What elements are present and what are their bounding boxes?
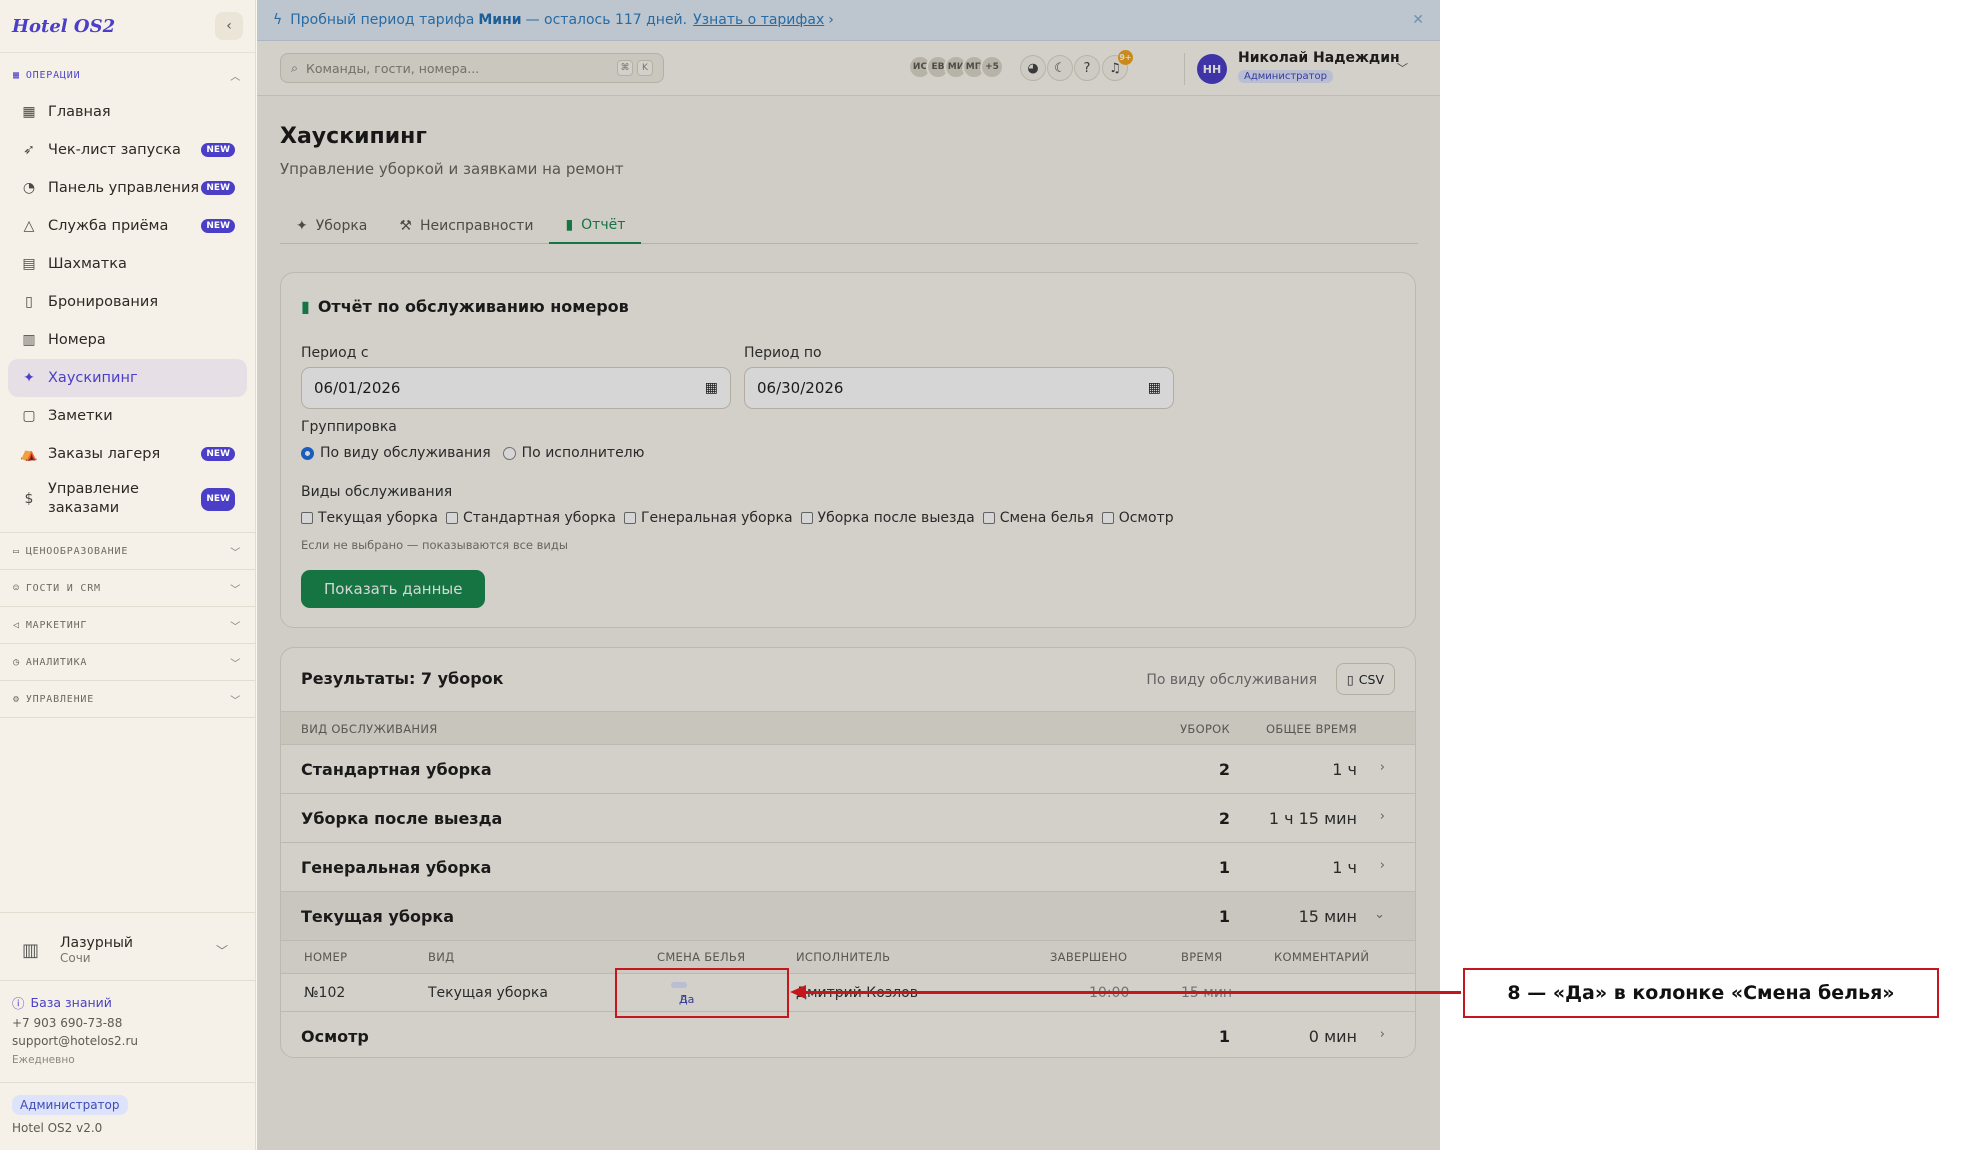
highlight-box [615,968,789,1018]
annotation-callout: 8 — «Да» в колонке «Смена белья» [1463,968,1939,1018]
annotation-arrow [796,991,1461,994]
